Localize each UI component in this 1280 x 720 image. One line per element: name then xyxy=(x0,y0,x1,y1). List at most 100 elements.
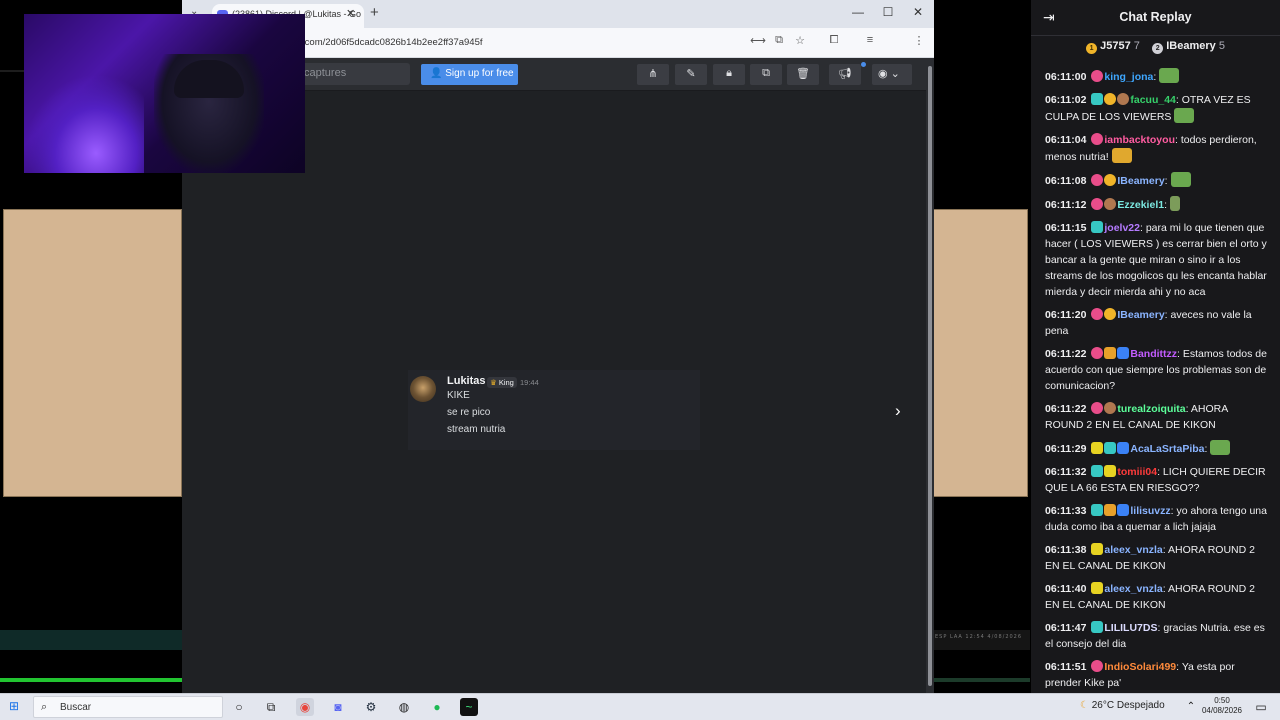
crown-badge-icon xyxy=(1104,347,1117,359)
chat-username[interactable]: tomiii04 xyxy=(1117,466,1157,478)
signup-button[interactable]: 👤 Sign up for free xyxy=(421,64,518,85)
chat-message: 06:11:08 IBeamery: xyxy=(1045,172,1267,189)
chat-username[interactable]: IndioSolari499 xyxy=(1104,661,1176,673)
crown-icon: ♛ xyxy=(490,378,497,387)
chat-username[interactable]: IBeamery xyxy=(1117,309,1164,321)
obs-icon[interactable]: ◍ xyxy=(395,698,413,716)
chat-message: 06:11:32 tomiii04: LICH QUIERE DECIR QUE… xyxy=(1045,465,1266,494)
avatar-badge-icon xyxy=(1104,198,1117,210)
scrollbar-thumb[interactable] xyxy=(928,66,932,686)
emote-icon xyxy=(1159,68,1180,83)
clock-date: 04/08/2026 xyxy=(1201,706,1243,715)
chat-username[interactable]: Bandittzz xyxy=(1130,348,1177,360)
taskbar-clock[interactable]: 0:50 04/08/2026 xyxy=(1200,696,1244,716)
message-author[interactable]: Lukitas xyxy=(447,375,486,387)
leader-name[interactable]: J5757 xyxy=(1100,40,1131,52)
chat-timestamp: 06:11:22 xyxy=(1045,348,1087,360)
task-view-icon[interactable]: ⧉ xyxy=(262,698,280,716)
terminal-icon[interactable]: ~ xyxy=(460,698,478,716)
cortana-icon[interactable]: ○ xyxy=(230,698,248,716)
lock-icon: 🔒︎ xyxy=(726,67,732,79)
account-menu-button[interactable]: ◉ ⌄ xyxy=(872,64,912,85)
role-badge: ♛ King xyxy=(487,377,517,388)
new-tab-button[interactable]: + xyxy=(370,4,379,21)
leaderboard: 1 J5757 7 2 IBeamery 5 xyxy=(1031,40,1280,54)
chat-username[interactable]: LILILU7DS xyxy=(1104,622,1157,634)
leader-name[interactable]: IBeamery xyxy=(1166,40,1216,52)
windows-start-icon[interactable]: ⊞ xyxy=(9,699,19,713)
chat-username[interactable]: aleex_vnzla xyxy=(1104,544,1162,556)
lock-button[interactable]: 🔒︎ xyxy=(713,64,745,85)
chat-timestamp: 06:11:04 xyxy=(1045,134,1087,146)
maximize-button[interactable]: ☐ xyxy=(878,5,898,19)
leader-count: 5 xyxy=(1218,40,1225,52)
chat-timestamp: 06:11:51 xyxy=(1045,661,1087,673)
captures-search[interactable]: captures xyxy=(300,63,410,85)
install-app-icon[interactable]: ⧉ xyxy=(771,34,787,50)
tab-close-icon[interactable]: ✕ xyxy=(346,7,355,20)
chat-username[interactable]: IBeamery xyxy=(1117,175,1164,187)
chat-username[interactable]: iambacktoyou xyxy=(1104,134,1175,146)
steam-icon[interactable]: ⚙ xyxy=(362,698,380,716)
chat-username[interactable]: joelv22 xyxy=(1104,222,1140,234)
discord-icon[interactable]: ◙ xyxy=(329,698,347,716)
avatar-badge-icon xyxy=(1104,402,1117,414)
weather-widget[interactable]: ☾ 26°C Despejado xyxy=(1080,700,1165,711)
emote-icon xyxy=(1111,148,1132,163)
media-control-icon[interactable]: ≡ xyxy=(862,34,878,50)
bookmark-star-icon[interactable]: ☆ xyxy=(792,34,808,50)
sub-badge-icon xyxy=(1091,660,1104,672)
rank-badge-icon xyxy=(1104,174,1117,186)
chat-timestamp: 06:11:40 xyxy=(1045,583,1087,595)
chat-username[interactable]: aleex_vnzla xyxy=(1104,583,1162,595)
chat-timestamp: 06:11:38 xyxy=(1045,544,1087,556)
weather-moon-icon: ☾ xyxy=(1080,700,1089,711)
sub-badge-icon xyxy=(1091,221,1104,233)
signup-label: Sign up for free xyxy=(445,68,514,79)
edit-button[interactable]: ✎ xyxy=(675,64,707,85)
chat-username[interactable]: turealzoiquita xyxy=(1117,403,1185,415)
emote-icon xyxy=(1170,172,1191,187)
sub-badge-icon xyxy=(1091,621,1104,633)
windows-taskbar: ⊞ ⌕ Buscar ○ ⧉ ◉ ◙ ⚙ ◍ ● ~ ☾ 26°C Despej… xyxy=(0,693,1280,720)
chat-username[interactable]: lilisuvzz xyxy=(1130,505,1170,517)
tray-chevron-icon[interactable]: ⌃ xyxy=(1182,698,1200,716)
gift-badge-icon xyxy=(1104,465,1117,477)
chat-username[interactable]: Ezzekiel1 xyxy=(1117,199,1164,211)
notifications-icon[interactable]: ▭ xyxy=(1252,698,1270,716)
weather-text: 26°C Despejado xyxy=(1091,700,1165,711)
menu-kebab-icon[interactable]: ⋮ xyxy=(911,34,927,50)
sub-badge-icon xyxy=(1091,70,1104,82)
chat-message-list: 06:11:00 king_jona: 06:11:02 facuu_44: O… xyxy=(1045,68,1267,693)
prime-badge-icon xyxy=(1117,442,1130,454)
message-line: stream nutria xyxy=(447,424,506,435)
spotify-icon[interactable]: ● xyxy=(428,698,446,716)
chat-replay-panel: ⇥ Chat Replay 1 J5757 7 2 IBeamery 5 06:… xyxy=(1031,0,1280,693)
close-window-button[interactable]: ✕ xyxy=(908,5,928,19)
chat-timestamp: 06:11:32 xyxy=(1045,466,1087,478)
chrome-icon[interactable]: ◉ xyxy=(296,698,314,716)
chat-username[interactable]: facuu_44 xyxy=(1130,94,1176,106)
chat-timestamp: 06:11:20 xyxy=(1045,309,1087,321)
share-button[interactable]: ⋔ xyxy=(637,64,669,85)
announce-button[interactable]: 📢︎ xyxy=(829,64,861,85)
copy-button[interactable]: ⧉ xyxy=(750,64,782,85)
next-arrow-button[interactable]: › xyxy=(895,401,901,421)
author-avatar[interactable] xyxy=(410,376,436,402)
taskbar-search[interactable]: ⌕ Buscar xyxy=(33,696,223,718)
chat-username[interactable]: king_jona xyxy=(1104,71,1153,83)
webcam-overlay xyxy=(24,14,305,173)
sub-badge-icon xyxy=(1091,133,1104,145)
translate-icon[interactable]: ⟷ xyxy=(750,34,766,50)
background-panel-right xyxy=(933,209,1028,497)
delete-button[interactable]: 🗑︎ xyxy=(787,64,819,85)
extensions-icon[interactable]: ⧠ xyxy=(826,34,842,50)
url-field[interactable]: zo.com/2d06f5dcadc0826b14b2ee2ff37a945f xyxy=(292,32,737,54)
trash-icon: 🗑︎ xyxy=(796,68,810,80)
sub-badge-icon xyxy=(1091,465,1104,477)
chat-username[interactable]: AcaLaSrtaPiba xyxy=(1130,443,1204,455)
minimize-button[interactable]: — xyxy=(848,5,868,19)
chat-timestamp: 06:11:12 xyxy=(1045,199,1087,211)
sub-badge-icon xyxy=(1091,198,1104,210)
chat-timestamp: 06:11:33 xyxy=(1045,505,1087,517)
